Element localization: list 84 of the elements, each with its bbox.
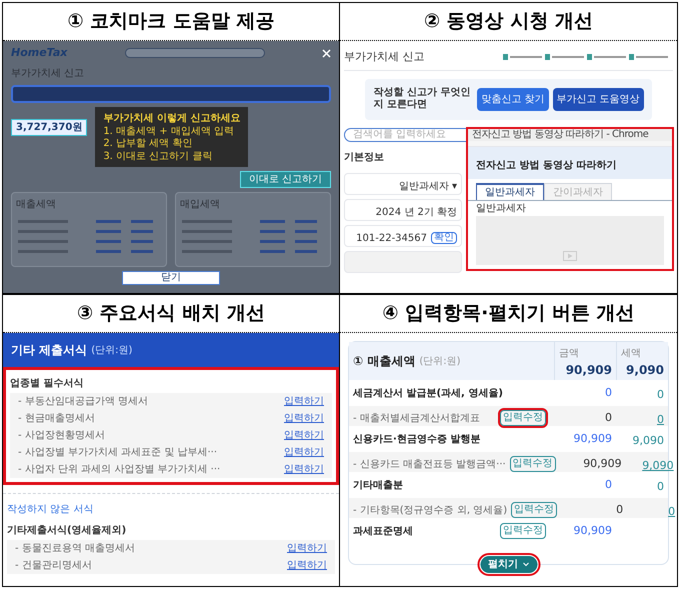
- field-value: 일반과세자 ▾: [398, 182, 457, 192]
- form-field[interactable]: 2024 년 2기 확정: [344, 198, 462, 220]
- tooltip-line: 2. 납부할 세액 확인: [103, 138, 194, 150]
- form-name: - 현금매출명세서: [18, 412, 95, 426]
- card-title: 매입세액: [180, 198, 221, 212]
- edit-button[interactable]: 입력수정: [500, 523, 546, 539]
- card-title: 매출세액: [16, 198, 57, 212]
- amount-value: 0: [605, 384, 612, 401]
- form-name: - 사업장현황명세서: [18, 429, 105, 443]
- amount-value: 90,909: [583, 456, 622, 472]
- panel-title: ① 코치마크 도움말 제공: [68, 9, 274, 34]
- row-label: 과세표준명세: [353, 524, 413, 538]
- tooltip-line: 3. 이대로 신고하기 클릭: [103, 150, 214, 163]
- search-placeholder: 검색어를 입력하세요: [353, 130, 446, 140]
- panel-title: ④ 입력항목·펼치기 버튼 개선: [382, 301, 635, 326]
- panel-title: ② 동영상 시청 개선: [424, 9, 593, 34]
- group-title: 업종별 필수서식: [10, 377, 84, 391]
- tax-value[interactable]: 9,090: [642, 459, 674, 472]
- row-label: - 매출처별세금계산서합계표: [353, 412, 480, 426]
- close-icon[interactable]: [322, 48, 331, 58]
- input-link[interactable]: 입력하기: [284, 394, 324, 409]
- tax-value[interactable]: 0: [657, 413, 664, 426]
- amount-highlight: 3,727,370원: [11, 118, 88, 136]
- input-link[interactable]: 입력하기: [284, 462, 324, 477]
- help-button[interactable]: 부가신고 도움영상: [552, 88, 644, 110]
- amount-value: 0: [605, 410, 612, 426]
- amount-value: 0: [605, 476, 612, 493]
- help-prompt: 작성할 신고가 무엇인지 모른다면: [373, 86, 472, 112]
- search-field[interactable]: [124, 48, 265, 58]
- amount-value: 90,909: [574, 522, 612, 539]
- submit-button[interactable]: 이대로 신고하기: [240, 171, 331, 188]
- form-name: - 동물진료용역 매출명세서: [15, 542, 135, 556]
- form-name: - 부동산임대공급가액 명세서: [18, 395, 148, 409]
- tooltip-title: 부가가치세 이렇게 신고하세요: [103, 112, 240, 126]
- unit-label: (단위:원): [419, 354, 461, 368]
- form-name: - 사업자 단위 과세의 사업장별 부가가치세 ···: [18, 463, 220, 477]
- row-label: 세금계산서 발급분(과세, 영세율): [353, 386, 503, 400]
- input-link[interactable]: 입력하기: [284, 411, 324, 426]
- unit-label: (단위:원): [91, 344, 132, 358]
- input-link[interactable]: 입력하기: [284, 428, 324, 443]
- header-title: 기타 제출서식: [11, 342, 88, 359]
- popup-tab[interactable]: 일반과세자: [476, 183, 544, 200]
- page-title: 부가가치세 신고: [344, 49, 424, 65]
- panel-title: ③ 주요서식 배치 개선: [77, 301, 265, 326]
- video-title: 일반과세자: [475, 202, 527, 216]
- amount-value: 90,909: [574, 430, 612, 447]
- popup-heading: 전자신고 방법 동영상 따라하기: [476, 160, 616, 171]
- row-label: - 기타항목(정규영수증 외, 영세율): [353, 504, 508, 518]
- total-value: 9,090: [625, 362, 664, 379]
- row-label: 기타매출분: [353, 478, 403, 492]
- tooltip-line: 1. 매출세액 + 매입세액 입력: [103, 126, 235, 138]
- close-button[interactable]: 닫기: [122, 271, 220, 285]
- input-link[interactable]: 입력하기: [287, 558, 327, 573]
- form-name: - 사업장별 부가가치세 과세표준 및 납부세···: [18, 446, 218, 460]
- input-link[interactable]: 입력하기: [287, 541, 327, 556]
- row-label: 신용카드·현금영수증 발행분: [353, 432, 480, 446]
- amount-value: 0: [616, 502, 624, 518]
- row-label: - 신용카드 매출전표등 발행금액···: [353, 458, 506, 472]
- edit-button[interactable]: 입력수정: [500, 410, 546, 426]
- tax-value[interactable]: 0: [668, 505, 676, 518]
- section-title: 기본정보: [344, 150, 384, 164]
- play-icon[interactable]: [563, 251, 577, 261]
- column-label: 금액: [559, 347, 580, 361]
- input-link[interactable]: 입력하기: [284, 445, 324, 460]
- card-title: ① 매출세액: [353, 353, 416, 370]
- field-value: 2024 년 2기 확정: [376, 208, 457, 218]
- form-field[interactable]: 일반과세자 ▾: [344, 172, 462, 194]
- tax-value: 9,090: [632, 434, 664, 447]
- logo: HomeTax: [11, 45, 68, 61]
- group-caption: 작성하지 않은 서식: [7, 503, 94, 517]
- help-button[interactable]: 맞춤신고 찾기: [477, 88, 548, 110]
- form-field[interactable]: [344, 250, 462, 272]
- tax-value: 0: [657, 480, 664, 493]
- chevron-down-icon: [522, 562, 529, 567]
- page-title: 부가가치세 신고: [11, 66, 86, 80]
- total-value: 90,909: [564, 362, 612, 379]
- field-value: 101-22-34567: [356, 234, 427, 244]
- column-label: 세액: [621, 347, 642, 361]
- edit-button[interactable]: 입력수정: [511, 502, 558, 518]
- form-name: - 건물관리명세서: [15, 559, 92, 573]
- expand-button[interactable]: 펼치기: [480, 556, 537, 573]
- edit-button[interactable]: 입력수정: [510, 456, 556, 472]
- tax-value: 0: [657, 388, 664, 401]
- group-title: 기타제출서식(영세율제외): [7, 524, 128, 538]
